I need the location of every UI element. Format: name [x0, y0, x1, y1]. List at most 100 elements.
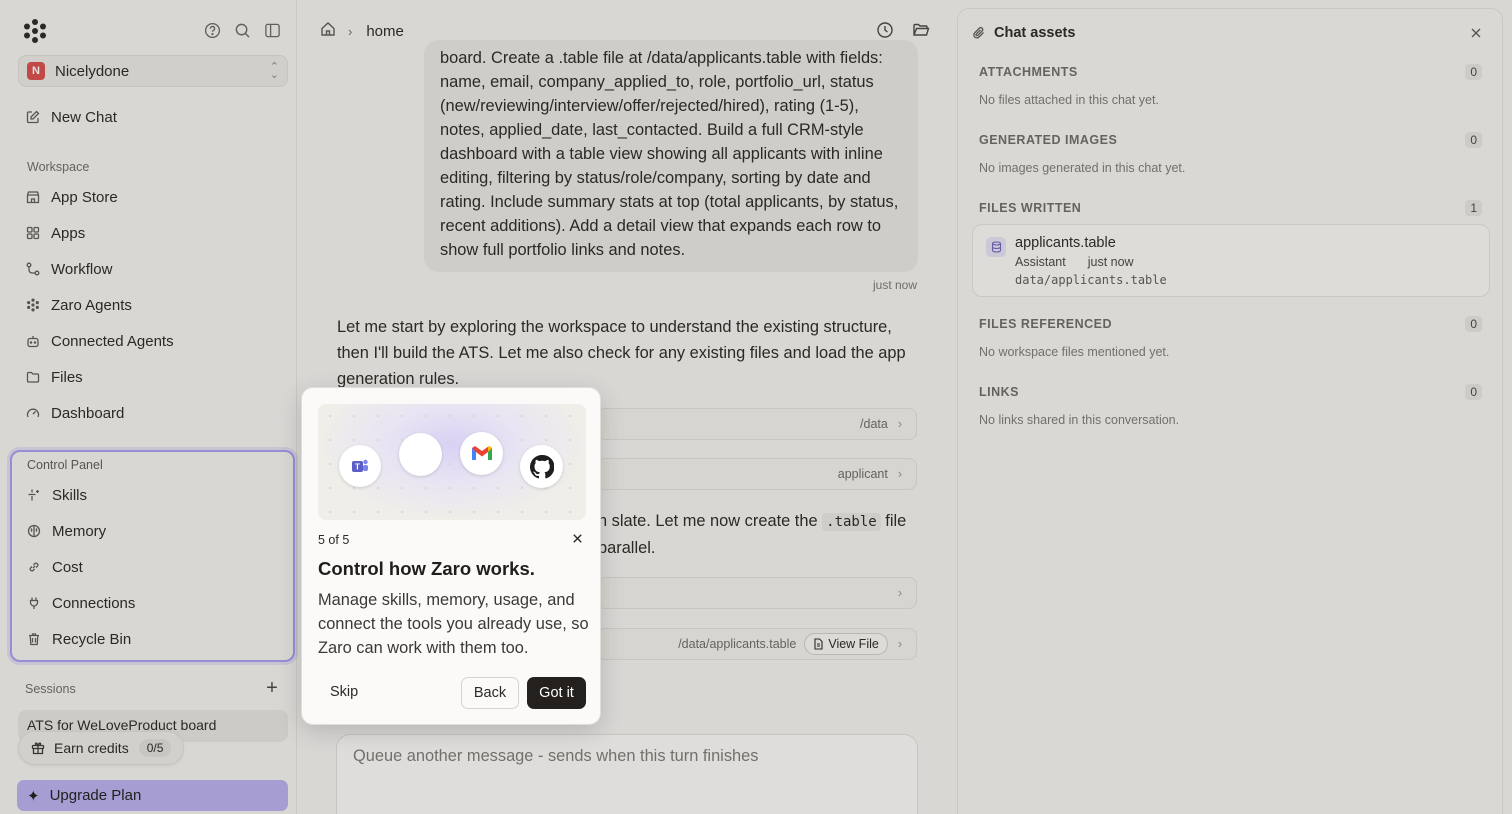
section-count: 0	[1465, 316, 1482, 332]
sidebar-item-skills[interactable]: Skills	[27, 483, 87, 507]
section-title: GENERATED IMAGES	[979, 133, 1118, 147]
sidebar-item-label: Memory	[52, 522, 107, 540]
sidebar-item-connected-agents[interactable]: Connected Agents	[26, 329, 174, 353]
sidebar-item-workflow[interactable]: Workflow	[26, 257, 112, 281]
sidebar-item-label: Connections	[52, 594, 136, 612]
close-icon[interactable]	[1468, 25, 1484, 41]
tour-step-indicator: 5 of 5	[318, 533, 350, 547]
file-meta: Assistant just now	[1015, 255, 1134, 269]
chevron-right-icon: ›	[897, 586, 902, 600]
sidebar-item-label: Dashboard	[51, 404, 125, 422]
grid-icon	[26, 226, 40, 240]
sidebar-item-label: Recycle Bin	[52, 630, 132, 648]
chevron-updown-icon: ⌃ ⌄	[269, 61, 279, 81]
sidebar-item-label: Zaro Agents	[51, 296, 132, 314]
tool-call-detail: /data/applicants.table	[678, 637, 797, 651]
folder-open-icon[interactable]	[912, 21, 930, 44]
zaro-logo-icon[interactable]	[22, 18, 48, 44]
view-file-button[interactable]: View File	[804, 633, 888, 655]
user-message: board. Create a .table file at /data/app…	[424, 40, 918, 272]
sidebar-item-files[interactable]: Files	[26, 365, 83, 389]
link-icon	[27, 560, 41, 574]
chat-assets-title: Chat assets	[994, 25, 1076, 41]
chevron-right-icon: ›	[897, 417, 902, 431]
tool-call-detail: /data	[860, 417, 888, 431]
assistant-message: Let me start by exploring the workspace …	[337, 318, 906, 388]
sparkle-icon	[27, 488, 41, 502]
earn-credits-count: 0/5	[138, 739, 172, 757]
sidebar-item-cost[interactable]: Cost	[27, 555, 83, 579]
sidebar-item-label: Files	[51, 368, 83, 386]
teams-icon: T	[339, 445, 381, 487]
section-count: 1	[1465, 200, 1482, 216]
empty-state: No images generated in this chat yet.	[979, 161, 1186, 175]
workflow-icon	[26, 262, 40, 276]
file-name: applicants.table	[1015, 235, 1116, 251]
workspace-selector[interactable]: N Nicelydone ⌃ ⌄	[18, 55, 288, 87]
got-it-button[interactable]: Got it	[527, 677, 586, 709]
folder-icon	[26, 370, 40, 384]
empty-state: No workspace files mentioned yet.	[979, 345, 1170, 359]
view-file-label: View File	[828, 637, 879, 651]
files-referenced-section: FILES REFERENCED 0	[979, 315, 1482, 333]
links-section: LINKS 0	[979, 383, 1482, 401]
add-session-icon[interactable]: +	[262, 678, 282, 699]
zaro-agents-icon	[26, 298, 40, 312]
skip-button[interactable]: Skip	[330, 684, 358, 700]
edit-icon	[26, 110, 40, 124]
sidebar-item-apps[interactable]: Apps	[26, 221, 85, 245]
svg-text:T: T	[355, 463, 360, 472]
search-icon[interactable]	[232, 20, 252, 40]
onboarding-tour-popover: T 5 of 5 Control how Zaro works. Manage …	[301, 387, 601, 725]
help-icon[interactable]	[202, 20, 222, 40]
sidebar-item-recycle-bin[interactable]: Recycle Bin	[27, 627, 131, 651]
upgrade-plan-button[interactable]: ✦ Upgrade Plan	[17, 780, 288, 811]
workspace-section-label: Workspace	[27, 160, 90, 174]
chevron-right-icon: ›	[348, 23, 353, 39]
control-panel-label: Control Panel	[27, 458, 103, 472]
sidebar-item-app-store[interactable]: App Store	[26, 185, 118, 209]
new-chat-label: New Chat	[51, 108, 117, 126]
gmail-icon	[460, 432, 503, 475]
empty-state: No files attached in this chat yet.	[979, 93, 1159, 107]
brain-icon	[27, 524, 41, 538]
message-timestamp: just now	[873, 278, 918, 292]
empty-state: No links shared in this conversation.	[979, 413, 1180, 427]
sessions-label: Sessions	[25, 682, 76, 696]
section-count: 0	[1465, 132, 1482, 148]
home-icon[interactable]	[320, 21, 336, 42]
earn-credits-label: Earn credits	[54, 740, 129, 756]
sidebar-item-connections[interactable]: Connections	[27, 591, 135, 615]
store-icon	[26, 190, 40, 204]
new-chat-button[interactable]: New Chat	[26, 105, 117, 129]
tour-hero-illustration: T	[318, 404, 586, 520]
sidebar-item-dashboard[interactable]: Dashboard	[26, 401, 124, 425]
section-title: ATTACHMENTS	[979, 65, 1078, 79]
section-count: 0	[1465, 64, 1482, 80]
trash-icon	[27, 632, 41, 646]
tool-call-row[interactable]: /data ›	[597, 408, 917, 440]
tool-call-row[interactable]: /data/applicants.table View File ›	[597, 628, 917, 660]
file-card[interactable]: applicants.table Assistant just now data/…	[972, 224, 1490, 297]
chevron-right-icon: ›	[897, 637, 902, 651]
tool-call-row[interactable]: ›	[597, 577, 917, 609]
message-composer[interactable]: Queue another message - sends when this …	[336, 734, 918, 814]
sidebar: N Nicelydone ⌃ ⌄ New Chat Workspace App S…	[0, 0, 297, 814]
close-icon[interactable]	[571, 532, 585, 546]
workspace-avatar: N	[27, 62, 45, 80]
breadcrumb-current[interactable]: home	[366, 23, 404, 40]
sidebar-item-label: App Store	[51, 188, 118, 206]
tool-call-row[interactable]: applicant ›	[597, 458, 917, 490]
back-button[interactable]: Back	[461, 677, 519, 709]
sidebar-toggle-icon[interactable]	[262, 20, 282, 40]
sidebar-item-zaro-agents[interactable]: Zaro Agents	[26, 293, 132, 317]
section-count: 0	[1465, 384, 1482, 400]
files-written-section: FILES WRITTEN 1	[979, 199, 1482, 217]
assistant-text-part: n slate. Let me now create the	[598, 512, 823, 530]
tour-title: Control how Zaro works.	[318, 558, 535, 579]
tour-body: Manage skills, memory, usage, and connec…	[318, 591, 589, 657]
sidebar-item-memory[interactable]: Memory	[27, 519, 106, 543]
gauge-icon	[26, 406, 40, 420]
assistant-text-part: file	[880, 512, 907, 530]
earn-credits-button[interactable]: Earn credits 0/5	[18, 731, 185, 765]
